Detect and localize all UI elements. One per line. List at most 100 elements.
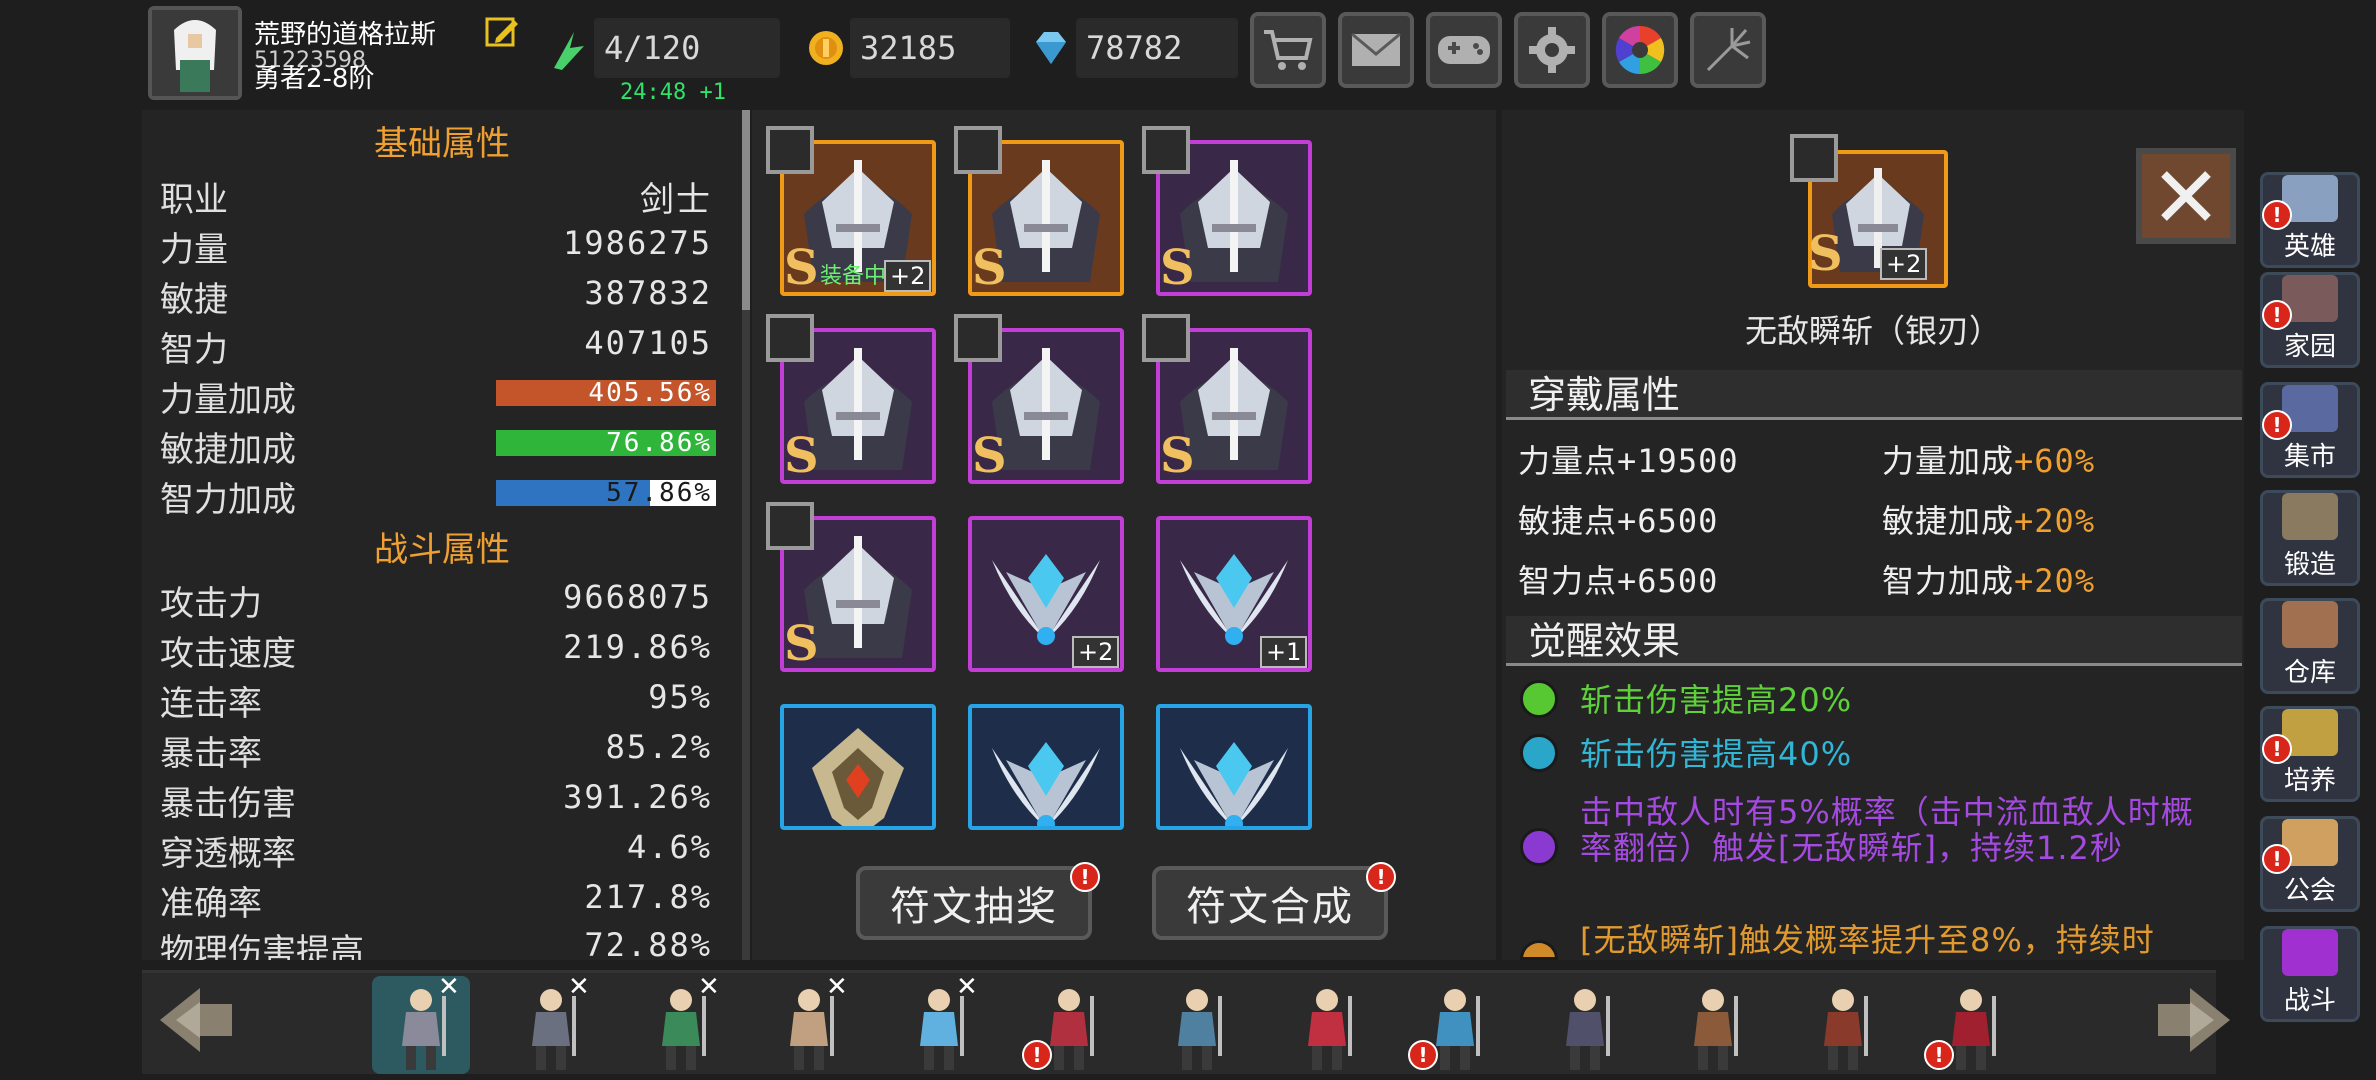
attr-label: 穿透概率 — [160, 834, 296, 874]
attr-value: 407105 — [584, 324, 712, 362]
alert-icon: ! — [1408, 1040, 1438, 1070]
awaken-effect: 斩击伤害提高20% — [1580, 681, 1853, 719]
hero-dismiss-icon[interactable]: ✕ — [698, 972, 720, 1002]
wing-rune-icon — [992, 742, 1100, 826]
hero-portrait[interactable] — [1148, 976, 1246, 1074]
hero-portrait[interactable] — [1278, 976, 1376, 1074]
rune-slot[interactable] — [968, 704, 1124, 830]
attr-label: 智力 — [160, 330, 228, 370]
attr-value: 剑士 — [640, 180, 712, 220]
rune-slot[interactable] — [1156, 704, 1312, 830]
attr-value: 391.26% — [563, 778, 712, 816]
equipped-hero-thumb — [954, 314, 1002, 362]
stamina-value: 4/120 — [594, 18, 780, 78]
equipped-hero-thumb — [954, 126, 1002, 174]
attr-label: 准确率 — [160, 884, 262, 924]
detail-level: +2 — [1880, 248, 1928, 280]
hero-dismiss-icon[interactable]: ✕ — [956, 972, 978, 1002]
gamepad-icon — [1438, 36, 1490, 64]
next-arrow-button[interactable] — [2150, 980, 2240, 1060]
awaken-header: 觉醒效果 — [1506, 616, 2242, 666]
bar-label: 力量加成 — [160, 380, 296, 420]
settings-button[interactable] — [1514, 12, 1590, 88]
sidenav-label: 战斗 — [2283, 986, 2336, 1016]
rune-level: +1 — [1260, 636, 1308, 668]
attr-value: 95% — [648, 678, 712, 716]
color-button[interactable] — [1602, 12, 1678, 88]
equipped-label: 装备中 — [820, 264, 887, 289]
close-button[interactable] — [2136, 148, 2236, 244]
detail-grade: S — [1808, 226, 1843, 282]
alert-icon: ! — [2262, 410, 2292, 440]
rune-slot[interactable] — [780, 704, 936, 830]
effect-dot-icon — [1520, 828, 1558, 866]
sidenav-button[interactable]: 锻造 — [2260, 490, 2360, 586]
effect-dot-icon — [1520, 734, 1558, 772]
equipped-hero-thumb — [766, 314, 814, 362]
attribute-panel: 基础属性 职业 剑士 力量 1986275 敏捷 387832 智力 40710… — [142, 110, 742, 960]
hero-portrait[interactable] — [1536, 976, 1634, 1074]
attr-label: 敏捷 — [160, 280, 228, 320]
hero-portrait[interactable] — [1664, 976, 1762, 1074]
rune-name: 无敌瞬斩（银刃） — [1744, 312, 2001, 350]
intellect-bonus-bar: 57.86% — [496, 480, 716, 506]
attr-value: 387832 — [584, 274, 712, 312]
diamond-icon — [1030, 30, 1072, 68]
effect-dot-icon — [1520, 680, 1558, 718]
rune-level: +2 — [1072, 636, 1120, 668]
color-wheel-icon — [1615, 25, 1665, 75]
stamina-icon — [550, 28, 590, 72]
stamina-timer: 24:48 +1 — [620, 80, 726, 105]
rune-draw-button[interactable]: 符文抽奖 — [856, 866, 1092, 940]
sidenav-icon — [2282, 493, 2338, 540]
attr-label: 职业 — [160, 180, 228, 220]
rune-grade: S — [1160, 428, 1195, 484]
attr-value: 217.8% — [584, 878, 712, 916]
alert-icon: ! — [2262, 734, 2292, 764]
player-rank: 勇者2-8阶 — [254, 64, 375, 94]
gold-coin-icon — [806, 28, 846, 68]
gamepad-button[interactable] — [1426, 12, 1502, 88]
hero-dismiss-icon[interactable]: ✕ — [568, 972, 590, 1002]
gold-value: 32185 — [850, 18, 1010, 78]
fireworks-button[interactable] — [1690, 12, 1766, 88]
equipped-hero-thumb — [1142, 126, 1190, 174]
sidenav-label: 英雄 — [2283, 232, 2336, 262]
rune-merge-button[interactable]: 符文合成 — [1152, 866, 1388, 940]
attr-label: 攻击力 — [160, 584, 262, 624]
sidenav-label: 集市 — [2283, 442, 2336, 472]
close-icon — [2161, 171, 2211, 221]
sidenav-label: 家园 — [2283, 332, 2336, 362]
amulet-rune-icon — [812, 728, 904, 826]
edit-name-icon[interactable] — [484, 14, 520, 50]
attr-value: 9668075 — [563, 578, 712, 616]
mail-icon — [1351, 32, 1401, 66]
arrow-left-icon — [160, 988, 232, 1052]
bar-label: 敏捷加成 — [160, 430, 296, 470]
rune-grade: S — [972, 240, 1007, 296]
alert-icon: ! — [2262, 844, 2292, 874]
shop-button[interactable] — [1250, 12, 1326, 88]
sidenav-button[interactable]: 仓库 — [2260, 598, 2360, 694]
attr-label: 攻击速度 — [160, 634, 296, 674]
hero-dismiss-icon[interactable]: ✕ — [438, 972, 460, 1002]
player-avatar[interactable] — [148, 6, 242, 100]
diamond-value: 78782 — [1076, 18, 1238, 78]
attr-value: 1986275 — [563, 224, 712, 262]
attr-value: 219.86% — [563, 628, 712, 666]
basic-attr-title: 基础属性 — [374, 124, 510, 164]
hero-portrait[interactable] — [1794, 976, 1892, 1074]
agility-bonus-bar: 76.86% — [496, 430, 716, 456]
rune-grade: S — [784, 240, 819, 296]
sidenav-button[interactable]: 战斗 — [2260, 926, 2360, 1022]
gear-icon — [1529, 27, 1575, 73]
mail-button[interactable] — [1338, 12, 1414, 88]
strength-bonus-bar: 405.56% — [496, 380, 716, 406]
hero-dismiss-icon[interactable]: ✕ — [826, 972, 848, 1002]
alert-icon: ! — [2262, 200, 2292, 230]
prev-arrow-button[interactable] — [150, 980, 240, 1060]
alert-icon: ! — [2262, 300, 2292, 330]
sidenav-icon — [2282, 929, 2338, 976]
attribute-scroll-thumb[interactable] — [742, 110, 750, 310]
rune-grade: S — [1160, 240, 1195, 296]
